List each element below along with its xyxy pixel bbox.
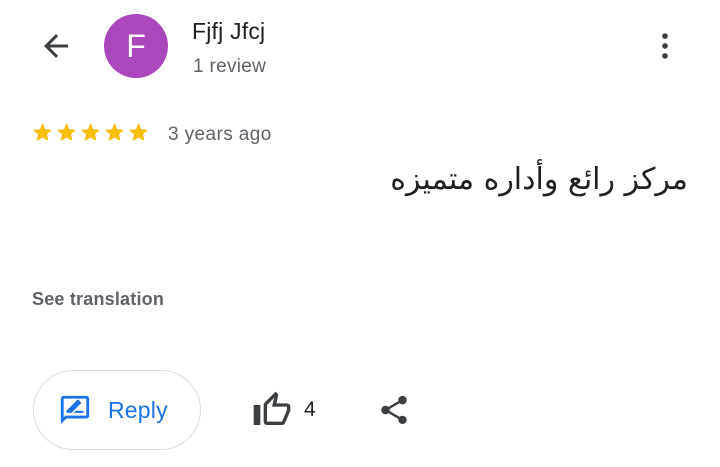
star-icon [128, 122, 149, 142]
star-icon [56, 122, 77, 142]
like-button[interactable]: 4 [252, 388, 316, 432]
star-icon [104, 122, 125, 142]
avatar-initial: F [126, 27, 146, 64]
author-name[interactable]: Fjfj Jfcj [192, 18, 265, 45]
review-text: مركز رائع وأداره متميزه [390, 162, 688, 197]
thumb-up-outline-icon [253, 391, 291, 425]
author-review-count: 1 review [193, 56, 267, 77]
author-avatar[interactable]: F [104, 14, 168, 78]
rate-review-icon [60, 395, 90, 425]
reply-label: Reply [108, 396, 168, 423]
review-time: 3 years ago [168, 124, 272, 145]
see-translation-link[interactable]: See translation [32, 289, 164, 310]
star-icon [80, 122, 101, 142]
reply-button[interactable]: Reply [33, 370, 201, 450]
arrow-back-icon [44, 34, 68, 58]
more-vert-icon [662, 33, 668, 59]
share-button[interactable] [374, 390, 414, 430]
like-count: 4 [304, 398, 316, 421]
more-options-button[interactable] [648, 26, 682, 66]
star-rating [31, 121, 150, 144]
share-icon [381, 395, 407, 425]
back-button[interactable] [30, 24, 82, 68]
star-icon [32, 122, 53, 142]
